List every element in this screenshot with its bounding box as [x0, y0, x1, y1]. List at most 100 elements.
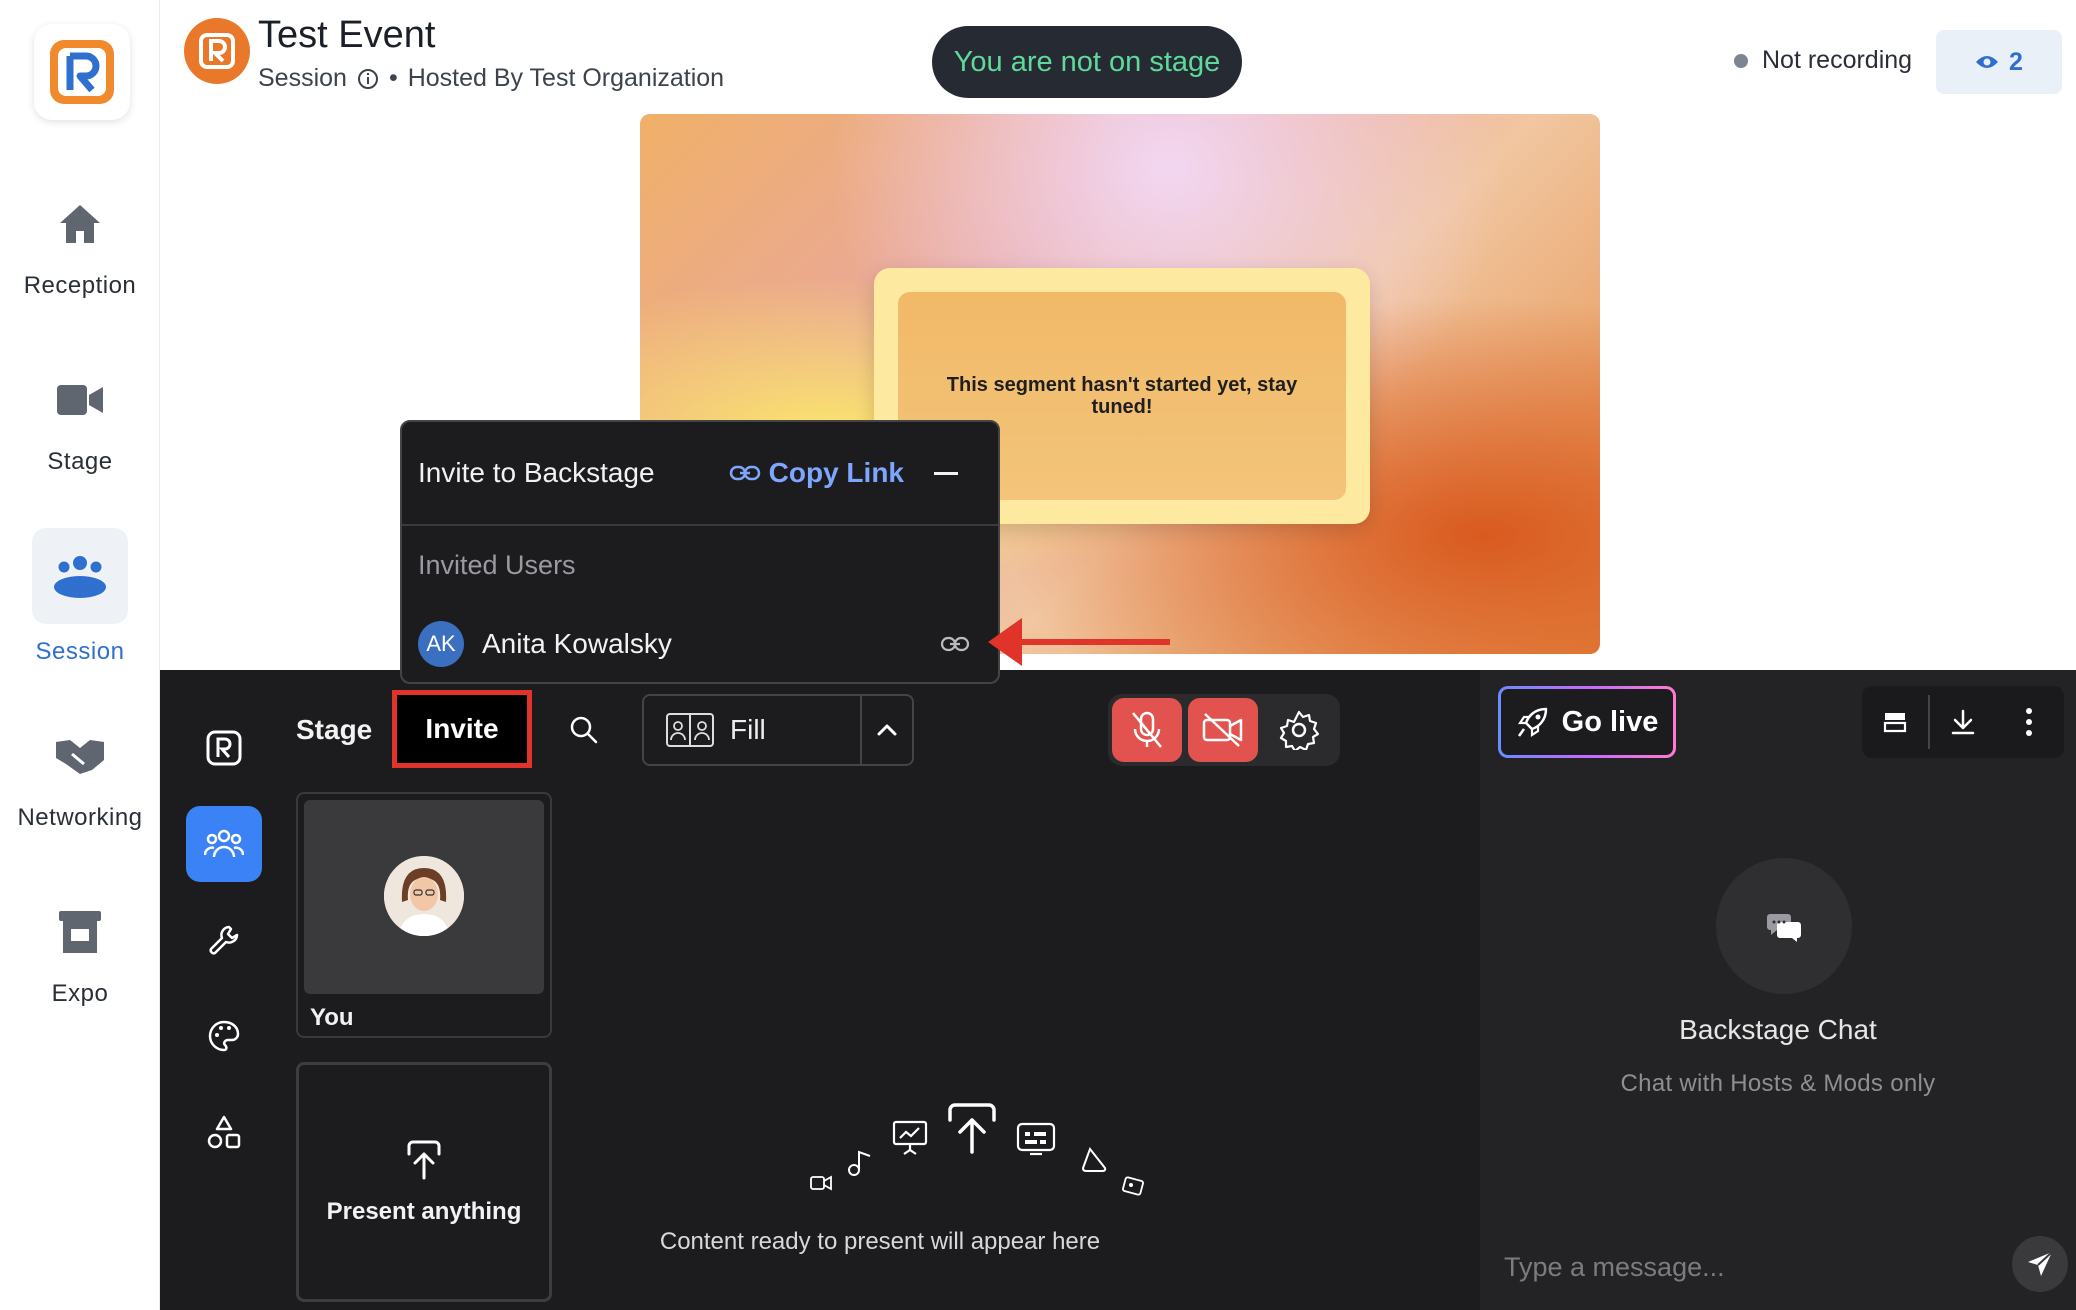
recording-dot-icon — [1734, 53, 1748, 68]
nav-item-reception[interactable]: Reception — [0, 176, 160, 300]
nav-item-stage[interactable]: Stage — [0, 352, 160, 476]
camera-off-icon — [1202, 713, 1243, 747]
app-root: Reception Stage Session Networking Expo … — [0, 0, 2076, 1310]
shapes-icon — [207, 1115, 241, 1149]
copy-user-link-icon[interactable] — [940, 635, 970, 653]
preview-message: This segment hasn't started yet, stay tu… — [946, 374, 1298, 418]
shape-icon — [1081, 1146, 1107, 1172]
elements-button[interactable] — [186, 1094, 262, 1170]
tab-stage[interactable]: Stage — [296, 714, 372, 746]
nav-label-stage: Stage — [47, 448, 113, 475]
people-group-icon — [32, 528, 128, 624]
camera-toggle-button[interactable] — [1188, 698, 1258, 762]
list-item: AK Anita Kowalsky — [418, 618, 986, 670]
content-empty-message: Content ready to present will appear her… — [659, 1228, 1101, 1255]
nav-item-session[interactable]: Session — [0, 528, 160, 666]
content-empty-illustration — [810, 1100, 1230, 1220]
subtitles-icon — [1016, 1122, 1056, 1156]
chevron-up-icon — [877, 724, 897, 736]
present-anything-button[interactable]: Present anything — [296, 1062, 552, 1302]
chat-title: Backstage Chat — [1679, 1014, 1877, 1045]
music-note-icon — [848, 1150, 871, 1176]
media-controls — [1108, 694, 1340, 766]
layout-selector-main[interactable]: Fill — [644, 696, 860, 764]
rocket-icon — [1517, 707, 1547, 738]
recording-status-label: Not recording — [1762, 46, 1913, 74]
annotation-arrow-head — [988, 618, 1022, 666]
stage-status-pill: You are not on stage — [932, 26, 1242, 98]
participant-tile-you[interactable]: You — [296, 792, 552, 1038]
layout-toggle-button[interactable] — [1862, 686, 1928, 758]
chat-message-input[interactable] — [1504, 1252, 1984, 1283]
app-logo[interactable] — [34, 24, 130, 120]
send-button[interactable] — [2012, 1236, 2068, 1292]
event-logo — [184, 18, 250, 84]
booth-icon — [32, 884, 128, 980]
nav-label-reception: Reception — [23, 272, 137, 299]
logo-outline-icon — [206, 730, 242, 766]
copy-link-button[interactable]: Copy Link — [729, 457, 904, 489]
backstage-main: Stage Invite Fill You Present anything C… — [160, 670, 1480, 1310]
app-logo-icon — [50, 40, 114, 104]
backstage-panel: Stage Invite Fill You Present anything C… — [160, 670, 2076, 1310]
image-small-icon — [1122, 1176, 1144, 1196]
chat-empty-illustration — [1716, 858, 1852, 994]
participant-video — [304, 800, 544, 994]
separator: • — [388, 64, 398, 92]
gear-icon — [1279, 710, 1319, 750]
event-header: Test Event Session • Hosted By Test Orga… — [160, 0, 2076, 110]
invite-popup-title: Invite to Backstage — [418, 457, 655, 488]
layout-fill-icon — [666, 713, 714, 747]
layout-value: Fill — [730, 714, 766, 745]
invited-users-heading: Invited Users — [418, 550, 576, 580]
mic-toggle-button[interactable] — [1112, 698, 1182, 762]
nav-label-expo: Expo — [51, 980, 109, 1007]
viewer-count-button[interactable]: 2 — [1936, 30, 2062, 94]
invite-popup-header: Invite to Backstage Copy Link — [402, 422, 998, 526]
link-icon — [729, 465, 760, 481]
backstage-logo-button[interactable] — [186, 710, 262, 786]
left-navigation: Reception Stage Session Networking Expo — [0, 0, 160, 1310]
home-icon — [32, 176, 128, 272]
more-options-button[interactable] — [1996, 686, 2062, 758]
layout-selector[interactable]: Fill — [642, 694, 914, 766]
people-tool-button[interactable] — [186, 806, 262, 882]
kebab-menu-icon — [2026, 708, 2032, 736]
event-title: Test Event — [258, 14, 436, 56]
settings-button[interactable] — [1264, 698, 1334, 762]
tab-invite[interactable]: Invite — [392, 690, 532, 768]
video-camera-icon — [32, 352, 128, 448]
tools-button[interactable] — [186, 902, 262, 978]
search-button[interactable] — [564, 710, 604, 750]
nav-item-expo[interactable]: Expo — [0, 884, 160, 1008]
video-small-icon — [810, 1175, 832, 1191]
invited-user-name: Anita Kowalsky — [482, 628, 672, 659]
recording-status: Not recording — [1734, 46, 1912, 75]
viewer-count: 2 — [2009, 47, 2023, 76]
go-live-button[interactable]: Go live — [1498, 686, 1676, 758]
info-icon[interactable] — [357, 68, 379, 90]
search-icon — [570, 716, 598, 744]
nav-label-networking: Networking — [17, 804, 143, 831]
mic-off-icon — [1132, 711, 1162, 748]
upload-large-icon — [948, 1103, 996, 1154]
go-live-label: Go live — [1561, 705, 1659, 738]
invite-popup: Invite to Backstage Copy Link Invited Us… — [400, 420, 1000, 684]
copy-link-label: Copy Link — [768, 457, 904, 488]
layout-expand-button[interactable] — [860, 696, 912, 764]
theme-button[interactable] — [186, 998, 262, 1074]
present-anything-label: Present anything — [326, 1198, 522, 1225]
minimize-icon[interactable] — [934, 471, 958, 475]
nav-label-session: Session — [35, 638, 125, 665]
hosted-by-label: Hosted By Test Organization — [407, 64, 725, 92]
event-logo-icon — [199, 33, 235, 69]
download-button[interactable] — [1930, 686, 1996, 758]
palette-icon — [208, 1020, 240, 1052]
send-icon — [2028, 1251, 2053, 1276]
event-subtitle: Session • Hosted By Test Organization — [258, 64, 724, 93]
nav-item-networking[interactable]: Networking — [0, 708, 160, 832]
session-label: Session — [258, 64, 347, 92]
chat-panel-toolbar — [1862, 686, 2064, 758]
eye-icon — [1976, 56, 1999, 68]
chat-panel: Go live Backstage Chat Chat with Hosts &… — [1480, 670, 2076, 1310]
